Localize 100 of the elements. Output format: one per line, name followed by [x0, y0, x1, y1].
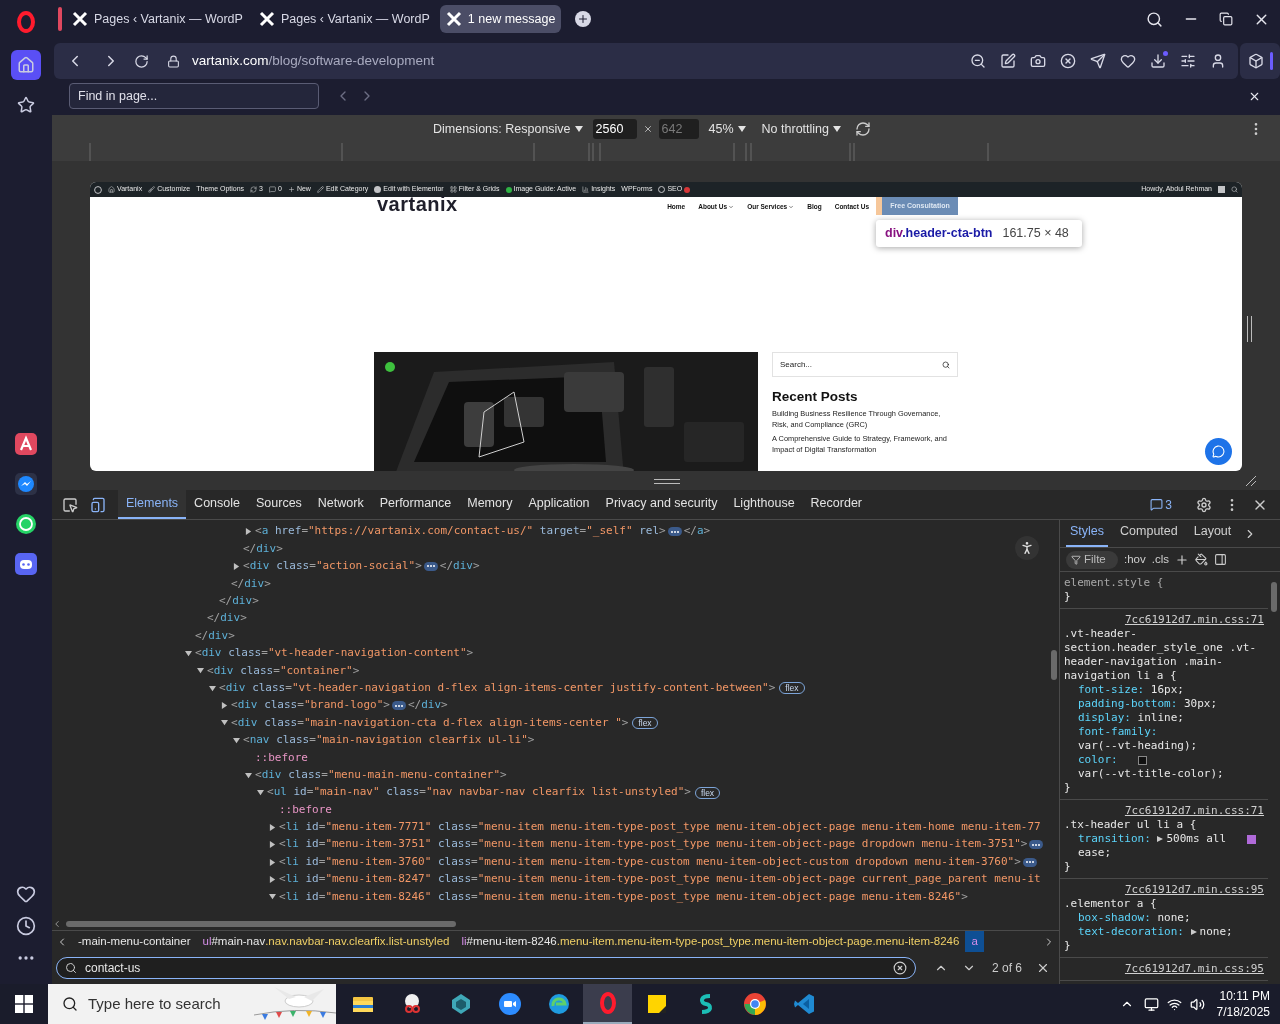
extensions-panel[interactable] — [1240, 43, 1280, 79]
browser-tab[interactable]: Pages ‹ Vartanix — WordP — [66, 5, 249, 33]
expand-arrow-icon[interactable] — [221, 702, 228, 710]
clear-icon[interactable] — [893, 961, 907, 975]
expand-arrow-icon[interactable] — [221, 719, 228, 727]
resize-corner-icon[interactable] — [1245, 475, 1257, 487]
dom-node[interactable]: <li id="menu-item-3751" class="menu-item menu-item-type-post_type menu-item-object-page dropdown menu-item-3751"> — [279, 836, 1028, 853]
collapsed-content-icon[interactable] — [1029, 840, 1044, 850]
filter-field[interactable]: Filte — [1066, 550, 1118, 569]
dom-node[interactable]: <li id="menu-item-7771" class="menu-item menu-item-type-post_type menu-item-object-page menu-item-home menu-item-77 — [279, 819, 1041, 836]
url-field[interactable]: vartanix.com/blog/software-development — [192, 50, 435, 72]
dom-node[interactable]: <div class="action-social"> — [243, 558, 422, 575]
expand-arrow-icon[interactable] — [269, 823, 276, 831]
dom-node[interactable]: <li id="menu-item-8247" class="menu-item menu-item-type-post_type menu-item-object-page current_page_parent menu-it — [279, 871, 1041, 888]
expand-arrow-icon[interactable] — [233, 562, 240, 570]
source-link[interactable]: 7cc61912d7.min.css:71 — [1124, 613, 1264, 627]
download-icon[interactable] — [1150, 53, 1166, 69]
rotate-icon[interactable] — [855, 121, 871, 137]
expand-arrow-icon[interactable] — [185, 649, 192, 657]
resize-handle-icon[interactable] — [654, 479, 680, 484]
devtools-tab[interactable]: Elements — [118, 490, 187, 519]
windows-start-icon[interactable] — [15, 995, 33, 1013]
collapsed-content-icon[interactable] — [1022, 857, 1037, 867]
camera-icon[interactable] — [1030, 53, 1046, 69]
horizontal-scrollbar[interactable] — [66, 921, 456, 927]
heart-icon[interactable] — [1120, 53, 1136, 69]
collapsed-content-icon[interactable] — [392, 701, 406, 711]
rendering-icon[interactable] — [1195, 553, 1208, 566]
expand-arrow-icon[interactable] — [269, 858, 276, 866]
pseudo-element[interactable]: ::before — [255, 749, 308, 766]
settings-icon[interactable] — [1196, 496, 1212, 513]
color-swatch[interactable] — [1138, 755, 1148, 765]
edit-icon[interactable] — [1000, 53, 1016, 69]
expand-arrow-icon[interactable] — [269, 893, 276, 901]
devtools-tab[interactable]: Lighthouse — [725, 490, 803, 519]
display-icon[interactable] — [1143, 996, 1159, 1012]
collapsed-content-icon[interactable] — [667, 527, 682, 537]
expand-arrow-icon[interactable] — [269, 841, 276, 849]
breadcrumb-item[interactable]: li#menu-item-8246.menu-item.menu-item-type-post_type.menu-item-object-page.menu-item-8246 — [455, 931, 966, 952]
devtools-tab[interactable]: Sources — [248, 490, 310, 519]
browser-tab[interactable]: Pages ‹ Vartanix — WordP — [252, 5, 436, 33]
throttling-dropdown[interactable]: No throttling — [761, 119, 841, 139]
dom-node[interactable]: <li id="menu-item-3760" class="menu-item menu-item-type-custom menu-item-object-custom dropdown menu-item-3760"> — [279, 853, 1021, 871]
height-field[interactable]: 642 — [658, 119, 699, 139]
dom-node[interactable]: <div class="main-navigation-cta d-flex align-items-center "> — [231, 714, 629, 732]
styles-tab[interactable]: Layout — [1189, 522, 1236, 547]
dom-node[interactable]: <li id="menu-item-8246" class="menu-item menu-item-type-post_type menu-item-object-page menu-item-8246"> — [279, 888, 968, 906]
reload-icon[interactable] — [134, 53, 149, 69]
styles-tab[interactable]: Styles — [1066, 522, 1109, 547]
network-icon[interactable] — [1166, 996, 1182, 1012]
dom-node[interactable]: <div class="vt-header-navigation-content"> — [195, 645, 474, 662]
new-tab-button[interactable] — [575, 11, 592, 27]
inspect-icon[interactable] — [62, 496, 78, 513]
breadcrumb-item[interactable]: -main-menu-container — [72, 931, 197, 952]
collapsed-content-icon[interactable] — [423, 561, 438, 571]
new-rule-icon[interactable] — [1175, 552, 1189, 567]
devtools-tab[interactable]: Console — [186, 490, 248, 519]
history-icon[interactable] — [16, 916, 36, 936]
search-field[interactable]: contact-us — [56, 957, 916, 979]
block-icon[interactable] — [1060, 53, 1076, 69]
profile-icon[interactable] — [1210, 53, 1226, 69]
restore-icon[interactable] — [1219, 12, 1233, 26]
scroll-left-icon[interactable] — [52, 919, 62, 929]
expand-arrow-icon[interactable] — [1190, 929, 1197, 935]
expand-arrow-icon[interactable] — [1157, 836, 1164, 842]
dom-node[interactable]: <nav class="main-navigation clearfix ul-li"> — [243, 732, 535, 749]
hover-state-toggle[interactable]: :hov — [1124, 550, 1146, 569]
zoom-out-icon[interactable] — [970, 53, 986, 69]
search-icon[interactable] — [942, 360, 950, 369]
devtools-tab[interactable]: Performance — [371, 490, 460, 519]
expand-arrow-icon[interactable] — [233, 736, 240, 744]
devtools-tab[interactable]: Network — [309, 490, 372, 519]
clock[interactable]: 10:11 PM 7/18/2025 — [1216, 988, 1270, 1020]
pseudo-element[interactable]: ::before — [279, 801, 332, 819]
search-field[interactable]: Search... — [772, 352, 958, 377]
search-icon[interactable] — [1146, 10, 1163, 28]
accessibility-icon[interactable] — [1015, 536, 1039, 560]
chat-button[interactable] — [1205, 438, 1232, 465]
devtools-tab[interactable]: Memory — [459, 490, 521, 519]
find-field[interactable]: Find in page... — [69, 83, 319, 109]
home-button[interactable] — [11, 50, 41, 80]
device-toggle-icon[interactable] — [90, 496, 106, 513]
easing-swatch[interactable] — [1246, 834, 1256, 844]
devtools-tab[interactable]: Privacy and security — [597, 490, 726, 519]
devtools-tab[interactable]: Recorder — [802, 490, 870, 519]
dom-node[interactable]: <div class="brand-logo"> — [231, 697, 390, 714]
send-icon[interactable] — [1090, 53, 1106, 69]
devtools-tab[interactable]: Application — [520, 490, 598, 519]
sidebar-toggle-icon[interactable] — [1214, 553, 1227, 566]
width-field[interactable]: 2560 — [592, 119, 637, 139]
source-link[interactable]: 7cc61912d7.min.css:95 — [1124, 962, 1264, 976]
expand-arrow-icon[interactable] — [209, 684, 216, 692]
source-link[interactable]: 7cc61912d7.min.css:95 — [1124, 883, 1264, 897]
vertical-scrollbar[interactable] — [1271, 582, 1277, 612]
volume-icon[interactable] — [1189, 996, 1205, 1012]
expand-arrow-icon[interactable] — [245, 528, 252, 536]
taskbar-search-field[interactable]: Type here to search — [48, 984, 336, 1024]
class-toggle[interactable]: .cls — [1151, 550, 1169, 569]
heart-icon[interactable] — [16, 884, 36, 904]
resize-handle-icon[interactable] — [1247, 316, 1252, 342]
